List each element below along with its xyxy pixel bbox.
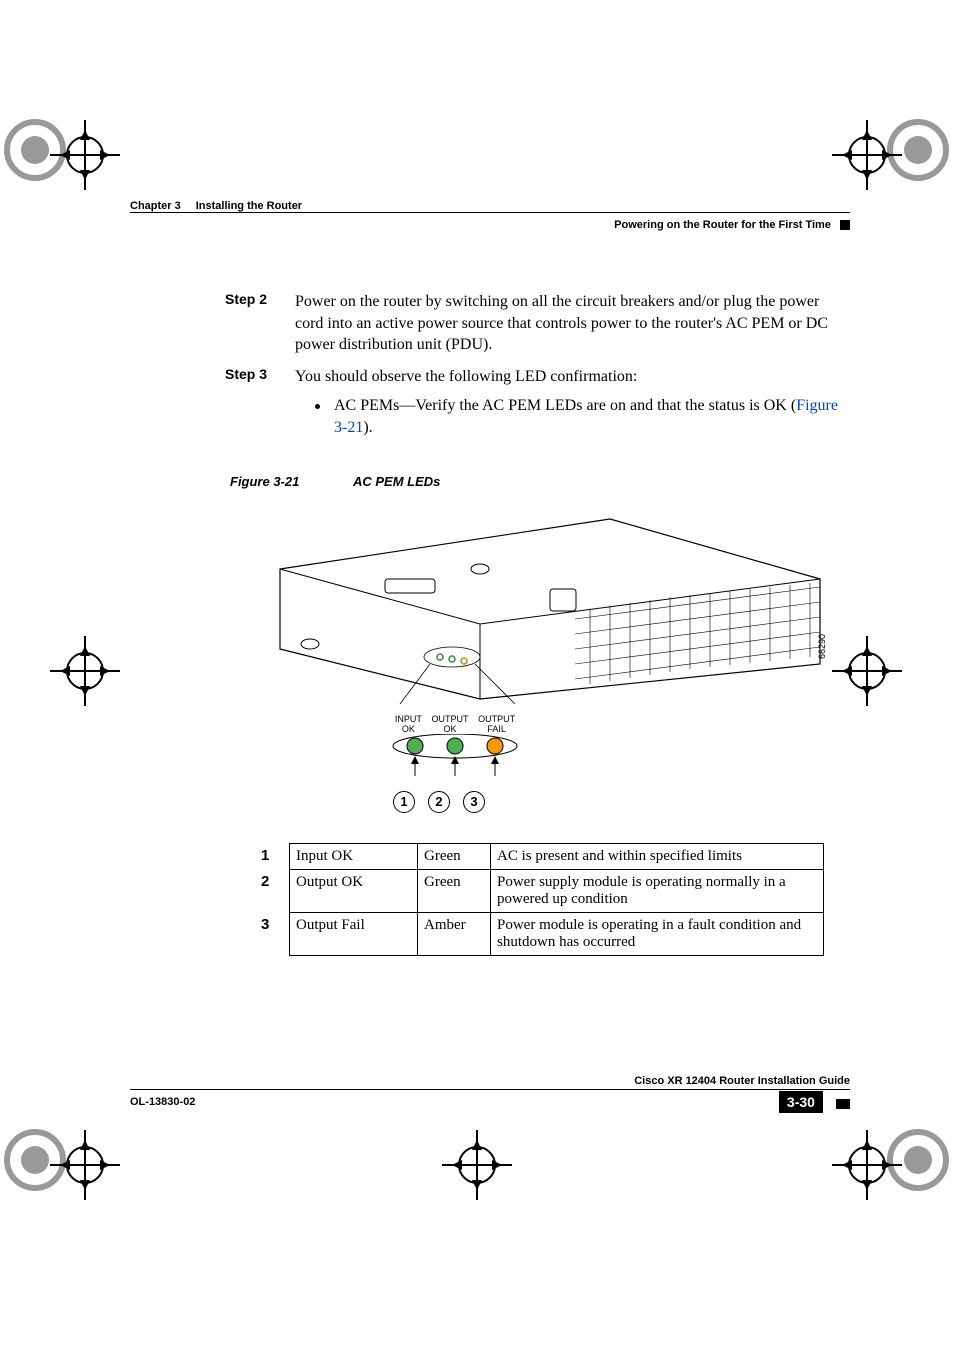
crop-mark-icon <box>50 120 120 190</box>
led-label: OUTPUTOK <box>431 714 468 734</box>
section-marker-icon <box>840 220 850 230</box>
table-desc: AC is present and within specified limit… <box>491 843 824 869</box>
led-callout-icon <box>390 734 520 784</box>
step-label: Step 3 <box>225 366 295 439</box>
table-row: 2 Output OK Green Power supply module is… <box>255 869 824 912</box>
table-num: 1 <box>255 843 290 869</box>
chapter-title: Installing the Router <box>196 200 302 212</box>
page-number: 3-30 <box>779 1091 823 1113</box>
crop-mark-icon <box>50 636 120 706</box>
figure-image: 66290 INPUTOK OUTPUTOK OUTPUTFAIL 1 2 <box>270 509 850 813</box>
table-num: 2 <box>255 869 290 912</box>
callout-number: 1 <box>393 791 415 813</box>
bullet-text: AC PEMs—Verify the AC PEM LEDs are on an… <box>334 395 850 438</box>
table-name: Input OK <box>290 843 418 869</box>
figure-title: AC PEM LEDs <box>353 474 440 489</box>
doc-id: OL-13830-02 <box>130 1096 195 1108</box>
table-color: Amber <box>418 912 491 955</box>
table-name: Output OK <box>290 869 418 912</box>
crop-mark-icon <box>832 120 902 190</box>
table-color: Green <box>418 843 491 869</box>
crop-mark-icon <box>442 1130 512 1200</box>
step-text: You should observe the following LED con… <box>295 366 850 388</box>
table-name: Output Fail <box>290 912 418 955</box>
crop-mark-icon <box>50 1130 120 1200</box>
callout-number: 2 <box>428 791 450 813</box>
table-row: 1 Input OK Green AC is present and withi… <box>255 843 824 869</box>
table-row: 3 Output Fail Amber Power module is oper… <box>255 912 824 955</box>
table-color: Green <box>418 869 491 912</box>
callout-number: 3 <box>463 791 485 813</box>
led-table: 1 Input OK Green AC is present and withi… <box>255 843 824 956</box>
figure-label: Figure 3-21 <box>230 474 299 489</box>
page-marker-icon <box>836 1099 850 1109</box>
book-title: Cisco XR 12404 Router Installation Guide <box>130 1075 850 1087</box>
table-num: 3 <box>255 912 290 955</box>
led-label: INPUTOK <box>395 714 422 734</box>
crop-mark-icon <box>832 1130 902 1200</box>
image-id-text: 66290 <box>817 634 827 659</box>
step-text: Power on the router by switching on all … <box>295 291 850 356</box>
table-desc: Power supply module is operating normall… <box>491 869 824 912</box>
chapter-label: Chapter 3 <box>130 200 181 212</box>
step-label: Step 2 <box>225 291 295 356</box>
led-label: OUTPUTFAIL <box>478 714 515 734</box>
table-desc: Power module is operating in a fault con… <box>491 912 824 955</box>
section-title: Powering on the Router for the First Tim… <box>614 219 831 231</box>
bullet-icon <box>315 404 320 409</box>
